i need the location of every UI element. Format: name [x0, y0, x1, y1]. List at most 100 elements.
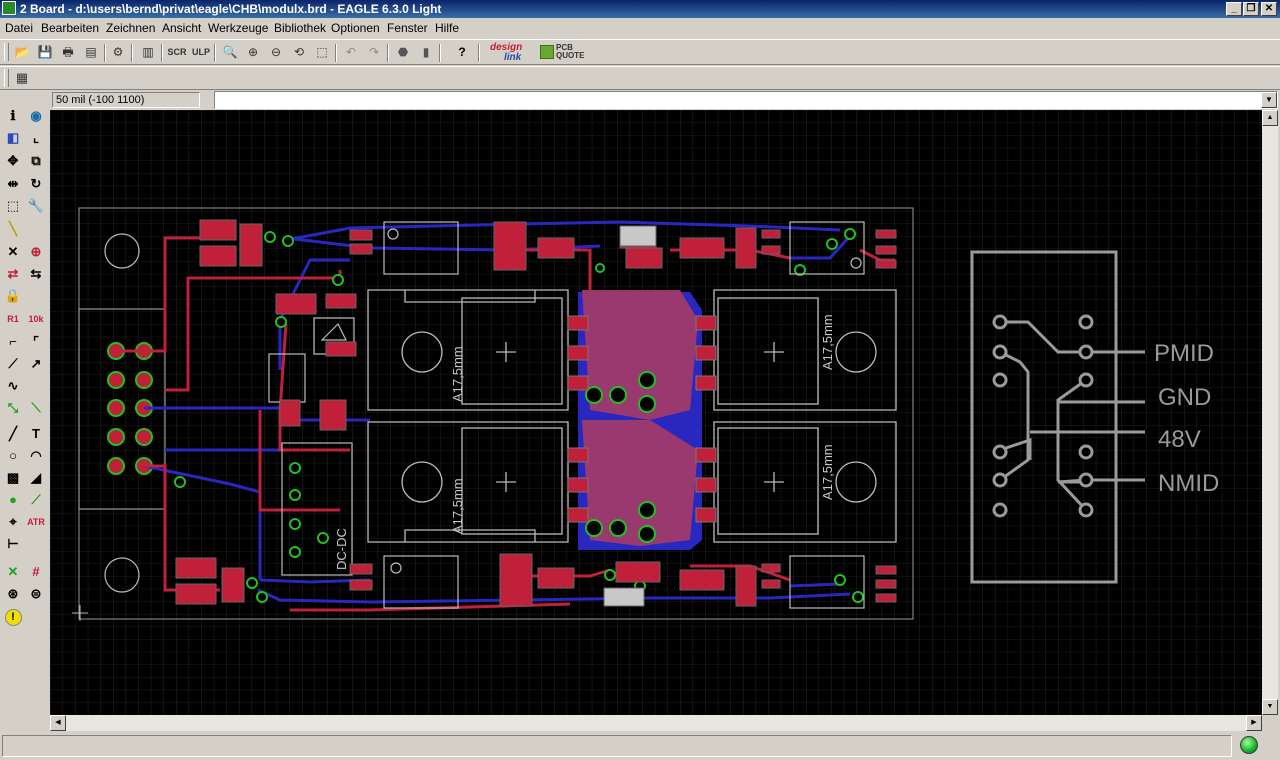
main-toolbar: 📂 💾 🖶 ▤ ⚙ ▥ SCR ULP 🔍 ⊕ ⊖ ⟲ ⬚ ↶ ↷ ⬣ ▮ ? … — [0, 39, 1280, 65]
scroll-left-button[interactable]: ◀ — [50, 715, 66, 731]
menu-hilfe[interactable]: Hilfe — [435, 21, 459, 35]
board-canvas[interactable]: A17,5mm A17,5mm A17,5mm A17,5mm DC-DC PM — [50, 110, 1276, 715]
mirror-icon[interactable]: ⇹ — [3, 174, 23, 194]
meander-icon[interactable]: ∿ — [3, 376, 23, 396]
pcb-quote-text-2: QUOTE — [556, 51, 585, 60]
menu-optionen[interactable]: Optionen — [331, 21, 380, 35]
attribute-icon[interactable]: ⟋ — [26, 490, 46, 510]
script-file-icon[interactable]: SCR — [167, 42, 187, 62]
mosfet-label-1: A17,5mm — [450, 346, 465, 402]
save-icon[interactable]: 💾 — [35, 42, 55, 62]
move-icon[interactable]: ✥ — [3, 151, 23, 171]
text-icon[interactable]: T — [26, 424, 46, 444]
menu-bar: Datei Bearbeiten Zeichnen Ansicht Werkze… — [0, 18, 1280, 38]
mark-icon[interactable]: ⌞ — [26, 128, 46, 148]
menu-datei[interactable]: Datei — [5, 21, 33, 35]
rect-icon[interactable]: ▩ — [3, 468, 23, 488]
copy-icon[interactable]: ⧉ — [26, 151, 46, 171]
undo-icon[interactable]: ↶ — [341, 42, 361, 62]
lock-icon[interactable]: 🔒 — [3, 286, 23, 306]
close-button[interactable]: ✕ — [1261, 2, 1277, 16]
redo-icon[interactable]: ↷ — [364, 42, 384, 62]
connector-label-48v: 48V — [1158, 426, 1201, 453]
open-icon[interactable]: 📂 — [12, 42, 32, 62]
connector-label-nmid: NMID — [1158, 470, 1219, 497]
miter-icon[interactable]: ⌜ — [26, 332, 46, 352]
mosfet-label-2: A17,5mm — [450, 478, 465, 534]
menu-zeichnen[interactable]: Zeichnen — [106, 21, 155, 35]
replace-icon[interactable]: ⇆ — [26, 264, 46, 284]
wire-cut-icon[interactable]: ╲ — [3, 219, 23, 239]
drc-icon[interactable]: ⊛ — [3, 584, 23, 604]
zoom-select-icon[interactable]: ⬚ — [312, 42, 332, 62]
menu-fenster[interactable]: Fenster — [387, 21, 428, 35]
designlink-logo[interactable]: design link — [490, 43, 522, 63]
zoom-in-icon[interactable]: ⊕ — [243, 42, 263, 62]
dimension-icon[interactable]: ⊢ — [3, 534, 23, 554]
value-icon[interactable]: 10k — [26, 309, 46, 329]
pcb-quote-label[interactable]: PCB QUOTE — [556, 44, 584, 60]
ulp-icon[interactable]: ULP — [191, 42, 211, 62]
vertical-scrollbar[interactable]: ▲ ▼ — [1262, 110, 1278, 715]
toolbar-grip-2[interactable] — [4, 69, 9, 87]
route-icon[interactable]: ↗ — [26, 354, 46, 374]
error-check-icon[interactable]: ! — [3, 606, 23, 626]
grid-icon[interactable]: ▦ — [12, 68, 32, 88]
ratsnest-icon[interactable]: ✕ — [3, 562, 23, 582]
optimize-icon[interactable]: ⟋ — [3, 354, 23, 374]
via-icon[interactable]: ● — [3, 490, 23, 510]
script-icon[interactable]: ⚙ — [108, 42, 128, 62]
zoom-redraw-icon[interactable]: ⟲ — [289, 42, 309, 62]
restore-button[interactable]: ❐ — [1243, 2, 1259, 16]
cam-processor-icon[interactable]: ▤ — [81, 42, 101, 62]
toolbar-grip[interactable] — [4, 43, 9, 61]
group-icon[interactable]: ⬚ — [3, 196, 23, 216]
menu-bibliothek[interactable]: Bibliothek — [274, 21, 326, 35]
stop-icon[interactable]: ⬣ — [393, 42, 413, 62]
line-icon[interactable]: ╱ — [3, 424, 23, 444]
arc-icon[interactable]: ◠ — [26, 446, 46, 466]
display-layers-icon[interactable]: ◧ — [3, 128, 23, 148]
designlink-text-2: link — [504, 52, 522, 63]
command-line[interactable]: ▼ — [214, 91, 1278, 109]
rotate-icon[interactable]: ↻ — [26, 174, 46, 194]
status-message — [2, 735, 1232, 757]
split-icon[interactable]: ⌐ — [3, 332, 23, 352]
menu-ansicht[interactable]: Ansicht — [162, 21, 201, 35]
library-icon[interactable]: ▥ — [138, 42, 158, 62]
window-title: 2 Board - d:\users\bernd\privat\eagle\CH… — [20, 2, 442, 16]
eagle-app-icon[interactable] — [2, 1, 16, 15]
show-icon[interactable]: ◉ — [26, 106, 46, 126]
horizontal-scrollbar[interactable]: ◀ ▶ — [50, 715, 1262, 731]
help-icon[interactable]: ? — [452, 42, 472, 62]
name-icon[interactable]: R1 — [3, 309, 23, 329]
autorouter-icon[interactable]: # — [26, 562, 46, 582]
command-history-dropdown[interactable]: ▼ — [1261, 92, 1277, 108]
go-icon[interactable]: ▮ — [416, 42, 436, 62]
info-icon[interactable]: ℹ — [3, 106, 23, 126]
add-icon[interactable]: ⊕ — [26, 242, 46, 262]
change-icon[interactable]: 🔧 — [26, 196, 46, 216]
polygon-icon[interactable]: ◢ — [26, 468, 46, 488]
circle-icon[interactable]: ○ — [3, 446, 23, 466]
pcb-quote-icon[interactable] — [540, 45, 554, 59]
title-bar: 2 Board - d:\users\bernd\privat\eagle\CH… — [0, 0, 1280, 18]
minimize-button[interactable]: _ — [1226, 2, 1242, 16]
menu-bearbeiten[interactable]: Bearbeiten — [41, 21, 99, 35]
pinswap-icon[interactable]: ⇄ — [3, 264, 23, 284]
hole-icon[interactable]: ⌖ — [3, 512, 23, 532]
connector-label-pmid: PMID — [1154, 340, 1214, 367]
zoom-fit-icon[interactable]: 🔍 — [220, 42, 240, 62]
signal-icon[interactable]: ⟍ — [26, 398, 46, 418]
scroll-up-button[interactable]: ▲ — [1262, 110, 1278, 126]
zoom-out-icon[interactable]: ⊖ — [266, 42, 286, 62]
print-icon[interactable]: 🖶 — [58, 42, 78, 62]
ripup-icon[interactable]: ⤡ — [3, 398, 23, 418]
errors-icon[interactable]: ⊜ — [26, 584, 46, 604]
attribute-label-icon[interactable]: ATR — [26, 512, 46, 532]
scroll-right-button[interactable]: ▶ — [1246, 715, 1262, 731]
status-led-icon[interactable] — [1240, 736, 1258, 754]
menu-werkzeuge[interactable]: Werkzeuge — [208, 21, 268, 35]
delete-icon[interactable]: ✕ — [3, 242, 23, 262]
scroll-down-button[interactable]: ▼ — [1262, 699, 1278, 715]
